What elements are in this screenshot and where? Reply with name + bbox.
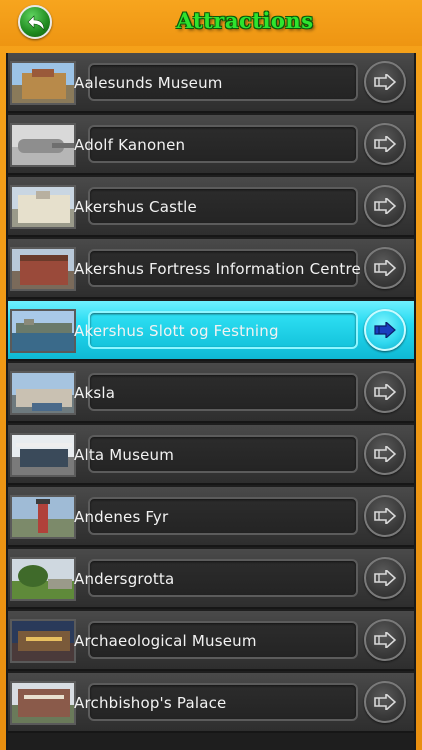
next-button[interactable] (364, 61, 406, 103)
next-arrow-icon (374, 632, 396, 648)
next-button[interactable] (364, 371, 406, 413)
next-arrow-icon (374, 384, 396, 400)
next-arrow-icon (374, 322, 396, 338)
harbor-fortress-photo (10, 309, 76, 353)
next-arrow-icon (374, 570, 396, 586)
list-item[interactable]: Alta Museum (8, 425, 414, 485)
museum-night-photo (10, 619, 76, 663)
list-item-label: Andenes Fyr (74, 507, 169, 526)
page-title: Attractions (176, 8, 314, 33)
next-arrow-icon (374, 198, 396, 214)
list-item[interactable]: Archaeological Museum (8, 611, 414, 671)
list-item[interactable]: Andersgrotta (8, 549, 414, 609)
city-view-photo (10, 371, 76, 415)
next-arrow-icon (374, 446, 396, 462)
next-button[interactable] (364, 247, 406, 289)
list-item[interactable]: Akershus Fortress Information Centre (8, 239, 414, 299)
list-item[interactable]: Archbishop's Palace (8, 673, 414, 733)
fortress-building-photo (10, 247, 76, 291)
list-item-label: Akershus Castle (74, 197, 197, 216)
lighthouse-photo (10, 495, 76, 539)
list-item-label: Adolf Kanonen (74, 135, 186, 154)
list-item-label: Andersgrotta (74, 569, 175, 588)
list-item[interactable]: Aksla (8, 363, 414, 423)
castle-photo (10, 185, 76, 229)
museum-building-photo (10, 61, 76, 105)
list-item[interactable]: Aalesunds Museum (8, 53, 414, 113)
list-item-selected[interactable]: Akershus Slott og Festning (8, 301, 414, 361)
list-item-label: Archaeological Museum (74, 631, 257, 650)
next-button[interactable] (364, 681, 406, 723)
attractions-list[interactable]: Aalesunds Museum Adolf Kanonen Akershus … (6, 53, 416, 750)
list-item[interactable]: Akershus Castle (8, 177, 414, 237)
museum-entrance-photo (10, 433, 76, 477)
next-arrow-icon (374, 74, 396, 90)
next-arrow-icon (374, 508, 396, 524)
grotto-park-photo (10, 557, 76, 601)
list-item-label: Aksla (74, 383, 116, 402)
cannon-photo (10, 123, 76, 167)
next-button[interactable] (364, 619, 406, 661)
next-button[interactable] (364, 557, 406, 599)
next-button[interactable] (364, 309, 406, 351)
next-arrow-icon (374, 136, 396, 152)
list-item-label: Akershus Slott og Festning (74, 321, 279, 340)
list-item[interactable]: Adolf Kanonen (8, 115, 414, 175)
list-item-label: Aalesunds Museum (74, 73, 223, 92)
back-arrow-icon (27, 15, 45, 31)
next-arrow-icon (374, 260, 396, 276)
next-button[interactable] (364, 185, 406, 227)
header-bar: Attractions (0, 0, 422, 46)
back-button[interactable] (18, 5, 52, 39)
next-button[interactable] (364, 433, 406, 475)
list-item-label: Alta Museum (74, 445, 175, 464)
list-item[interactable]: Andenes Fyr (8, 487, 414, 547)
next-arrow-icon (374, 694, 396, 710)
next-button[interactable] (364, 123, 406, 165)
list-item-label: Archbishop's Palace (74, 693, 227, 712)
list-item-label: Akershus Fortress Information Centre (74, 259, 361, 278)
next-button[interactable] (364, 495, 406, 537)
palace-photo (10, 681, 76, 725)
